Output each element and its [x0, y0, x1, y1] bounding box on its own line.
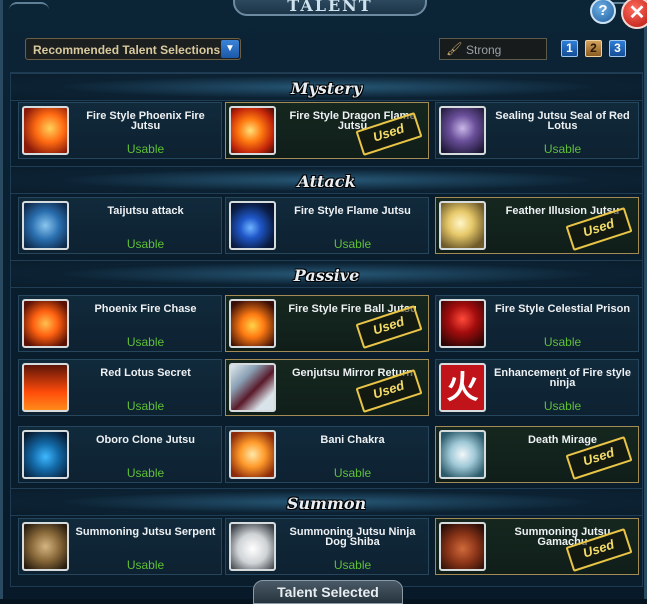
talent-name: Fire Style Celestial Prison	[494, 303, 631, 315]
section-title: Attack	[297, 172, 356, 191]
talent-selection-dropdown[interactable]: Recommended Talent Selections ▼	[25, 38, 241, 60]
talent-name: Phoenix Fire Chase	[94, 303, 197, 315]
toad-icon	[439, 522, 486, 571]
talent-card[interactable]: Oboro Clone Jutsu Usable	[18, 426, 222, 483]
talent-name: Red Lotus Secret	[100, 367, 191, 379]
talent-card[interactable]: Summoning Jutsu Serpent Usable	[18, 518, 222, 575]
talent-name: Bani Chakra	[320, 434, 385, 446]
feather-icon	[439, 201, 486, 250]
talent-card[interactable]: Fire Style Celestial Prison Usable	[435, 295, 639, 352]
clone-icon	[22, 430, 69, 479]
talent-name: Sealing Jutsu Seal of Red Lotus	[495, 110, 630, 132]
section-title: Passive	[293, 266, 360, 285]
flames-icon	[22, 363, 69, 412]
talent-card[interactable]: Red Lotus Secret Usable	[18, 359, 222, 416]
talent-name: Fire Style Phoenix Fire Jutsu	[86, 110, 205, 132]
phoenix-fire-icon	[22, 299, 69, 348]
mirror-icon	[229, 363, 276, 412]
talent-name: Taijutsu attack	[107, 205, 184, 217]
talent-card[interactable]: Summoning Jutsu Ninja Dog Shiba Usable	[225, 518, 429, 575]
talent-status: Usable	[543, 335, 582, 349]
section-header-attack: Attack	[11, 166, 642, 194]
talent-name: Fire Style Flame Jutsu	[294, 205, 411, 217]
strength-filter-label: Strong	[466, 43, 502, 57]
page-1-button[interactable]: 1	[561, 40, 578, 57]
prison-icon	[439, 299, 486, 348]
section-title: Summon	[286, 494, 367, 513]
fireball-icon	[229, 299, 276, 348]
seal-icon	[439, 106, 486, 155]
mirage-icon	[439, 430, 486, 479]
talent-status: Usable	[333, 466, 372, 480]
window-title: TALENT	[233, 0, 427, 16]
blue-flame-icon	[229, 201, 276, 250]
talent-card[interactable]: Feather Illusion Jutsu Used	[435, 197, 639, 254]
talent-status: Usable	[126, 399, 165, 413]
dragon-flame-icon	[229, 106, 276, 155]
close-button[interactable]: ✕	[621, 0, 647, 29]
frame-ornament-left	[9, 2, 49, 18]
talent-name: Enhancement of Fire style ninja	[494, 367, 631, 389]
page-3-button[interactable]: 3	[609, 40, 626, 57]
talent-name: Summoning Jutsu Ninja Dog Shiba	[289, 526, 416, 548]
talent-status: Usable	[126, 466, 165, 480]
section-header-passive: Passive	[11, 260, 642, 288]
talent-card[interactable]: Bani Chakra Usable	[225, 426, 429, 483]
strength-filter[interactable]: 🖌 Strong	[439, 38, 547, 60]
talent-card[interactable]: Death Mirage Used	[435, 426, 639, 483]
fire-icon	[22, 106, 69, 155]
talent-status: Usable	[543, 142, 582, 156]
dropdown-label: Recommended Talent Selections	[33, 43, 221, 57]
talent-card[interactable]: Fire Style Phoenix Fire Jutsu Usable	[18, 102, 222, 159]
talent-card[interactable]: Taijutsu attack Usable	[18, 197, 222, 254]
section-header-mystery: Mystery	[11, 73, 642, 101]
fist-icon	[22, 201, 69, 250]
talent-name: Summoning Jutsu Serpent	[75, 526, 216, 538]
talent-status: Usable	[126, 558, 165, 572]
talent-card[interactable]: Fire Style Dragon Flame Jutsu Used	[225, 102, 429, 159]
help-button[interactable]: ?	[590, 0, 616, 24]
talent-card[interactable]: Fire Style Flame Jutsu Usable	[225, 197, 429, 254]
talent-selected-tab[interactable]: Talent Selected	[253, 580, 403, 604]
chevron-down-icon[interactable]: ▼	[221, 40, 239, 58]
talent-status: Usable	[126, 237, 165, 251]
talent-card[interactable]: 火 Enhancement of Fire style ninja Usable	[435, 359, 639, 416]
talent-card[interactable]: Phoenix Fire Chase Usable	[18, 295, 222, 352]
talent-card[interactable]: Genjutsu Mirror Return Used	[225, 359, 429, 416]
talent-window: TALENT ? ✕ Recommended Talent Selections…	[0, 0, 647, 604]
talent-card[interactable]: Sealing Jutsu Seal of Red Lotus Usable	[435, 102, 639, 159]
chakra-icon	[229, 430, 276, 479]
talent-name: Oboro Clone Jutsu	[96, 434, 195, 446]
talent-status: Usable	[333, 237, 372, 251]
talent-card[interactable]: Summoning Jutsu Gamachu Used	[435, 518, 639, 575]
brush-icon: 🖌	[446, 41, 463, 56]
talent-status: Usable	[333, 558, 372, 572]
serpent-icon	[22, 522, 69, 571]
talent-card[interactable]: Fire Style Fire Ball Jutsu Used	[225, 295, 429, 352]
page-2-button[interactable]: 2	[585, 40, 602, 57]
section-title: Mystery	[290, 79, 363, 98]
talent-status: Usable	[543, 399, 582, 413]
dog-icon	[229, 522, 276, 571]
fire-kanji-icon: 火	[439, 363, 486, 412]
section-header-summon: Summon	[11, 488, 642, 516]
talent-status: Usable	[126, 335, 165, 349]
talent-status: Usable	[126, 142, 165, 156]
